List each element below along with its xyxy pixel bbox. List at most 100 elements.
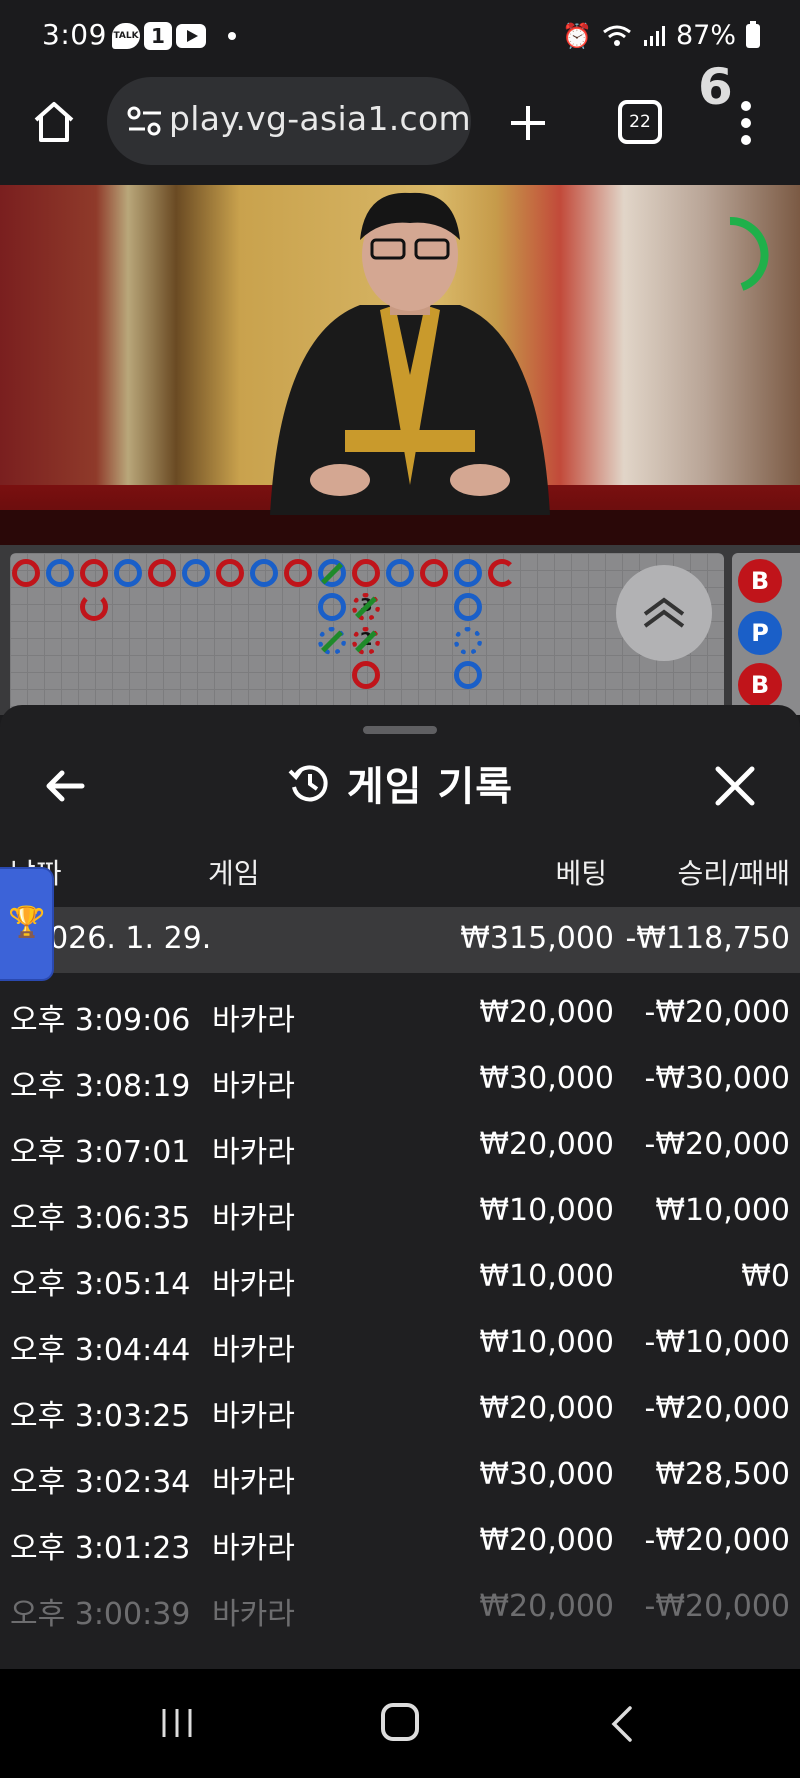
plus-icon[interactable] <box>505 100 551 146</box>
side-chip-banker: B <box>738 559 782 603</box>
bead-player <box>454 661 482 689</box>
system-icons: ⏰ 87% <box>562 20 760 51</box>
row-bet: ₩20,000 <box>479 1391 614 1426</box>
row-win-loss: -₩20,000 <box>644 995 790 1030</box>
row-game: 바카라 <box>212 1531 295 1566</box>
bead-banker <box>284 559 312 587</box>
home-icon[interactable] <box>30 98 78 146</box>
column-header-win-loss: 승리/패배 <box>677 857 790 890</box>
row-win-loss: -₩20,000 <box>644 1523 790 1558</box>
row-time: 오후 3:01:23 <box>10 1531 191 1566</box>
battery-icon <box>746 20 760 48</box>
row-game: 바카라 <box>212 1003 295 1038</box>
column-header-game: 게임 <box>208 857 260 890</box>
dealer-figure <box>270 192 550 515</box>
side-chip-player: P <box>738 611 782 655</box>
status-time: 3:09 <box>42 18 107 51</box>
row-time: 오후 3:06:35 <box>10 1201 191 1236</box>
recent-apps-icon[interactable] <box>160 1707 194 1739</box>
drag-handle[interactable] <box>363 726 437 734</box>
summary-bet: ₩315,000 <box>460 921 614 956</box>
trophy-icon: 🏆 <box>8 905 46 940</box>
date-summary-row[interactable]: 2026. 1. 29. ₩315,000 -₩118,750 <box>0 907 800 973</box>
bead-player <box>454 559 482 587</box>
table-row[interactable]: 오후 3:08:19 바카라 ₩30,000 -₩30,000 <box>0 1039 800 1105</box>
summary-win-loss: -₩118,750 <box>625 921 790 956</box>
more-vert-icon[interactable] <box>740 100 752 146</box>
row-win-loss: ₩10,000 <box>655 1193 790 1228</box>
sheet-title: 게임 기록 <box>346 764 514 810</box>
row-game: 바카라 <box>212 1465 295 1500</box>
bead-banker <box>216 559 244 587</box>
row-win-loss: ₩28,500 <box>655 1457 790 1492</box>
system-nav-bar <box>0 1669 800 1778</box>
row-game: 바카라 <box>212 1267 295 1302</box>
bead-banker <box>352 559 380 587</box>
row-time: 오후 3:02:34 <box>10 1465 191 1500</box>
battery-percent: 87% <box>675 20 736 51</box>
row-bet: ₩10,000 <box>479 1193 614 1228</box>
bead-banker <box>352 661 380 689</box>
table-row[interactable]: 오후 3:04:44 바카라 ₩10,000 -₩10,000 <box>0 1303 800 1369</box>
row-bet: ₩20,000 <box>479 1589 614 1624</box>
row-time: 오후 3:08:19 <box>10 1069 191 1104</box>
table-row[interactable]: 오후 3:01:23 바카라 ₩20,000 -₩20,000 <box>0 1501 800 1567</box>
row-game: 바카라 <box>212 1399 295 1434</box>
big-road[interactable]: 3 2 <box>10 553 724 715</box>
row-time: 오후 3:00:39 <box>10 1597 191 1632</box>
close-icon[interactable] <box>712 763 758 809</box>
row-win-loss: -₩20,000 <box>644 1391 790 1426</box>
table-edge <box>0 510 800 545</box>
side-chip-banker: B <box>738 663 782 707</box>
table-row[interactable]: 오후 3:05:14 바카라 ₩10,000 ₩0 <box>0 1237 800 1303</box>
sheet-header: 게임 기록 <box>0 753 800 813</box>
tabs-counter-icon[interactable]: 22 <box>618 100 662 144</box>
address-bar[interactable]: play.vg-asia1.com <box>107 77 471 165</box>
bead-banker <box>80 559 108 587</box>
home-nav-icon[interactable] <box>381 1703 419 1741</box>
table-row[interactable]: 오후 3:00:39 바카라 ₩20,000 -₩20,000 <box>0 1567 800 1633</box>
youtube-icon <box>176 24 206 48</box>
tune-icon[interactable] <box>127 105 165 137</box>
row-bet: ₩20,000 <box>479 1127 614 1162</box>
bead-banker <box>12 559 40 587</box>
bead-road-side: B P B <box>732 553 800 715</box>
game-history-sheet: 게임 기록 날짜 게임 베팅 승리/패배 2026. 1. 29. ₩315,0… <box>0 705 800 1669</box>
wifi-icon <box>602 24 632 48</box>
notification-icons: TALK 1 <box>112 22 236 50</box>
bead-player <box>454 593 482 621</box>
row-bet: ₩30,000 <box>479 1457 614 1492</box>
live-video-stream[interactable] <box>0 185 800 545</box>
table-row[interactable]: 오후 3:03:25 바카라 ₩20,000 -₩20,000 <box>0 1369 800 1435</box>
countdown-ring <box>729 216 769 291</box>
table-header: 날짜 게임 베팅 승리/패배 <box>0 852 800 892</box>
row-game: 바카라 <box>212 1201 295 1236</box>
table-row[interactable]: 오후 3:06:35 바카라 ₩10,000 ₩10,000 <box>0 1171 800 1237</box>
bead-player <box>318 593 346 621</box>
row-bet: ₩10,000 <box>479 1259 614 1294</box>
bead-banker <box>420 559 448 587</box>
signal-icon <box>642 24 666 48</box>
row-time: 오후 3:04:44 <box>10 1333 191 1368</box>
trophy-tab[interactable]: 🏆 <box>0 869 52 979</box>
row-game: 바카라 <box>212 1135 295 1170</box>
bead-banker <box>80 593 108 621</box>
row-bet: ₩20,000 <box>479 995 614 1030</box>
row-game: 바카라 <box>212 1069 295 1104</box>
notification-badge: 1 <box>144 22 172 50</box>
row-bet: ₩20,000 <box>479 1523 614 1558</box>
row-game: 바카라 <box>212 1333 295 1368</box>
table-row[interactable]: 오후 3:07:01 바카라 ₩20,000 -₩20,000 <box>0 1105 800 1171</box>
back-nav-icon[interactable] <box>610 1705 634 1743</box>
row-game: 바카라 <box>212 1597 295 1632</box>
kakaotalk-icon: TALK <box>112 23 140 49</box>
double-chevron-up-icon[interactable] <box>616 565 712 661</box>
scoreboard: 3 2 B P B <box>0 545 800 715</box>
table-row[interactable]: 오후 3:02:34 바카라 ₩30,000 ₩28,500 <box>0 1435 800 1501</box>
table-row[interactable]: 오후 3:09:06 바카라 ₩20,000 -₩20,000 <box>0 973 800 1039</box>
browser-toolbar: play.vg-asia1.com 22 <box>0 70 800 185</box>
row-win-loss: ₩0 <box>741 1259 790 1294</box>
bead-player <box>250 559 278 587</box>
bead-player <box>386 559 414 587</box>
row-time: 오후 3:09:06 <box>10 1003 191 1038</box>
